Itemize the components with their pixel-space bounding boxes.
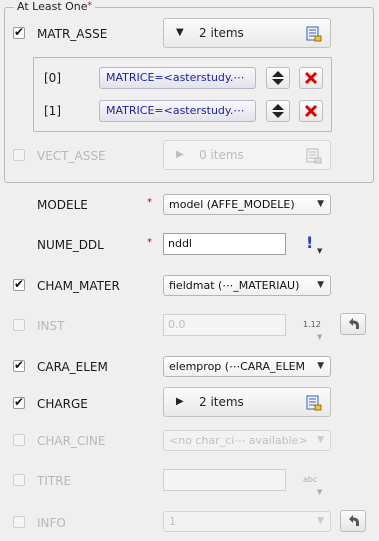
required-mark: * bbox=[147, 197, 152, 208]
cara-elem-combobox[interactable]: elemprop (⋯CARA_ELEM ▼ bbox=[163, 356, 331, 377]
info-label: INFO bbox=[37, 516, 66, 530]
move-up-down-button[interactable] bbox=[266, 100, 290, 122]
modele-label: MODELE bbox=[37, 198, 88, 212]
delete-entry-1-button[interactable] bbox=[299, 100, 323, 122]
menu-arrow-icon: ▼ bbox=[317, 333, 323, 341]
delete-entry-0-button[interactable] bbox=[299, 67, 323, 89]
menu-arrow-icon: ▼ bbox=[317, 247, 323, 255]
string-type-icon: abc bbox=[303, 475, 318, 484]
chevron-down-icon: ▼ bbox=[317, 435, 324, 445]
inst-checkbox[interactable] bbox=[13, 319, 25, 331]
charge-checkbox[interactable] bbox=[13, 395, 25, 409]
titre-input[interactable] bbox=[163, 469, 286, 491]
menu-arrow-icon: ▼ bbox=[317, 488, 323, 496]
info-checkbox[interactable] bbox=[13, 516, 25, 528]
delete-x-icon bbox=[304, 71, 318, 85]
warning-flag-icon[interactable]: ! bbox=[306, 233, 313, 252]
modele-combobox[interactable]: model (AFFE_MODELE) ▼ bbox=[163, 194, 331, 215]
cara-elem-checkbox[interactable] bbox=[13, 358, 25, 372]
char-cine-combobox[interactable]: <no char_ci⋯ available> ▼ bbox=[163, 430, 331, 451]
list-edit-icon bbox=[306, 148, 322, 164]
titre-checkbox[interactable] bbox=[13, 474, 25, 486]
vect-asse-checkbox[interactable] bbox=[13, 149, 25, 161]
expand-right-icon: ▶ bbox=[176, 149, 184, 160]
matr-asse-items-button[interactable]: ▼ 2 items bbox=[163, 18, 331, 48]
char-cine-checkbox[interactable] bbox=[13, 434, 25, 446]
delete-x-icon bbox=[304, 104, 318, 118]
list-index: [1] bbox=[44, 104, 61, 118]
matrix-entry-1-button[interactable]: MATRICE=<asterstudy.⋯ bbox=[99, 100, 256, 122]
inst-input[interactable]: 0.0 bbox=[163, 314, 286, 336]
matr-asse-checkbox[interactable] bbox=[13, 25, 25, 39]
matr-asse-label: MATR_ASSE bbox=[37, 27, 108, 41]
required-mark: * bbox=[147, 237, 152, 248]
vect-asse-items-button[interactable]: ▶ 0 items bbox=[163, 140, 331, 170]
chevron-down-icon: ▼ bbox=[317, 280, 324, 290]
up-down-arrows-icon bbox=[272, 71, 284, 85]
titre-label: TITRE bbox=[37, 474, 72, 488]
expand-right-icon: ▶ bbox=[176, 396, 184, 407]
inst-label: INST bbox=[37, 319, 65, 333]
list-index: [0] bbox=[44, 71, 61, 85]
undo-button[interactable] bbox=[340, 510, 366, 532]
group-title: At Least One* bbox=[14, 0, 96, 13]
up-down-arrows-icon bbox=[272, 104, 284, 118]
char-cine-label: CHAR_CINE bbox=[37, 434, 106, 448]
info-combobox[interactable]: 1 ▼ bbox=[163, 511, 331, 532]
undo-button[interactable] bbox=[340, 313, 366, 335]
matrix-entry-0-button[interactable]: MATRICE=<asterstudy.⋯ bbox=[99, 67, 256, 89]
cham-mater-combobox[interactable]: fieldmat (⋯_MATERIAU) ▼ bbox=[163, 275, 331, 296]
vect-asse-label: VECT_ASSE bbox=[37, 149, 106, 163]
undo-arrow-icon bbox=[349, 515, 359, 526]
cham-mater-checkbox[interactable] bbox=[13, 277, 25, 291]
chevron-down-icon: ▼ bbox=[317, 361, 324, 371]
nume-ddl-label: NUME_DDL bbox=[37, 238, 104, 252]
charge-label: CHARGE bbox=[37, 397, 88, 411]
list-edit-icon bbox=[306, 395, 322, 411]
nume-ddl-input[interactable]: nddl bbox=[163, 233, 286, 255]
list-edit-icon bbox=[306, 26, 322, 42]
cham-mater-label: CHAM_MATER bbox=[37, 279, 120, 293]
move-up-down-button[interactable] bbox=[266, 67, 290, 89]
charge-items-button[interactable]: ▶ 2 items bbox=[163, 387, 331, 417]
float-type-icon: 1.12 bbox=[303, 320, 321, 329]
cara-elem-label: CARA_ELEM bbox=[37, 360, 108, 374]
chevron-down-icon: ▼ bbox=[317, 199, 324, 209]
undo-arrow-icon bbox=[349, 318, 359, 329]
chevron-down-icon: ▼ bbox=[317, 516, 324, 526]
expand-down-icon: ▼ bbox=[176, 27, 184, 38]
